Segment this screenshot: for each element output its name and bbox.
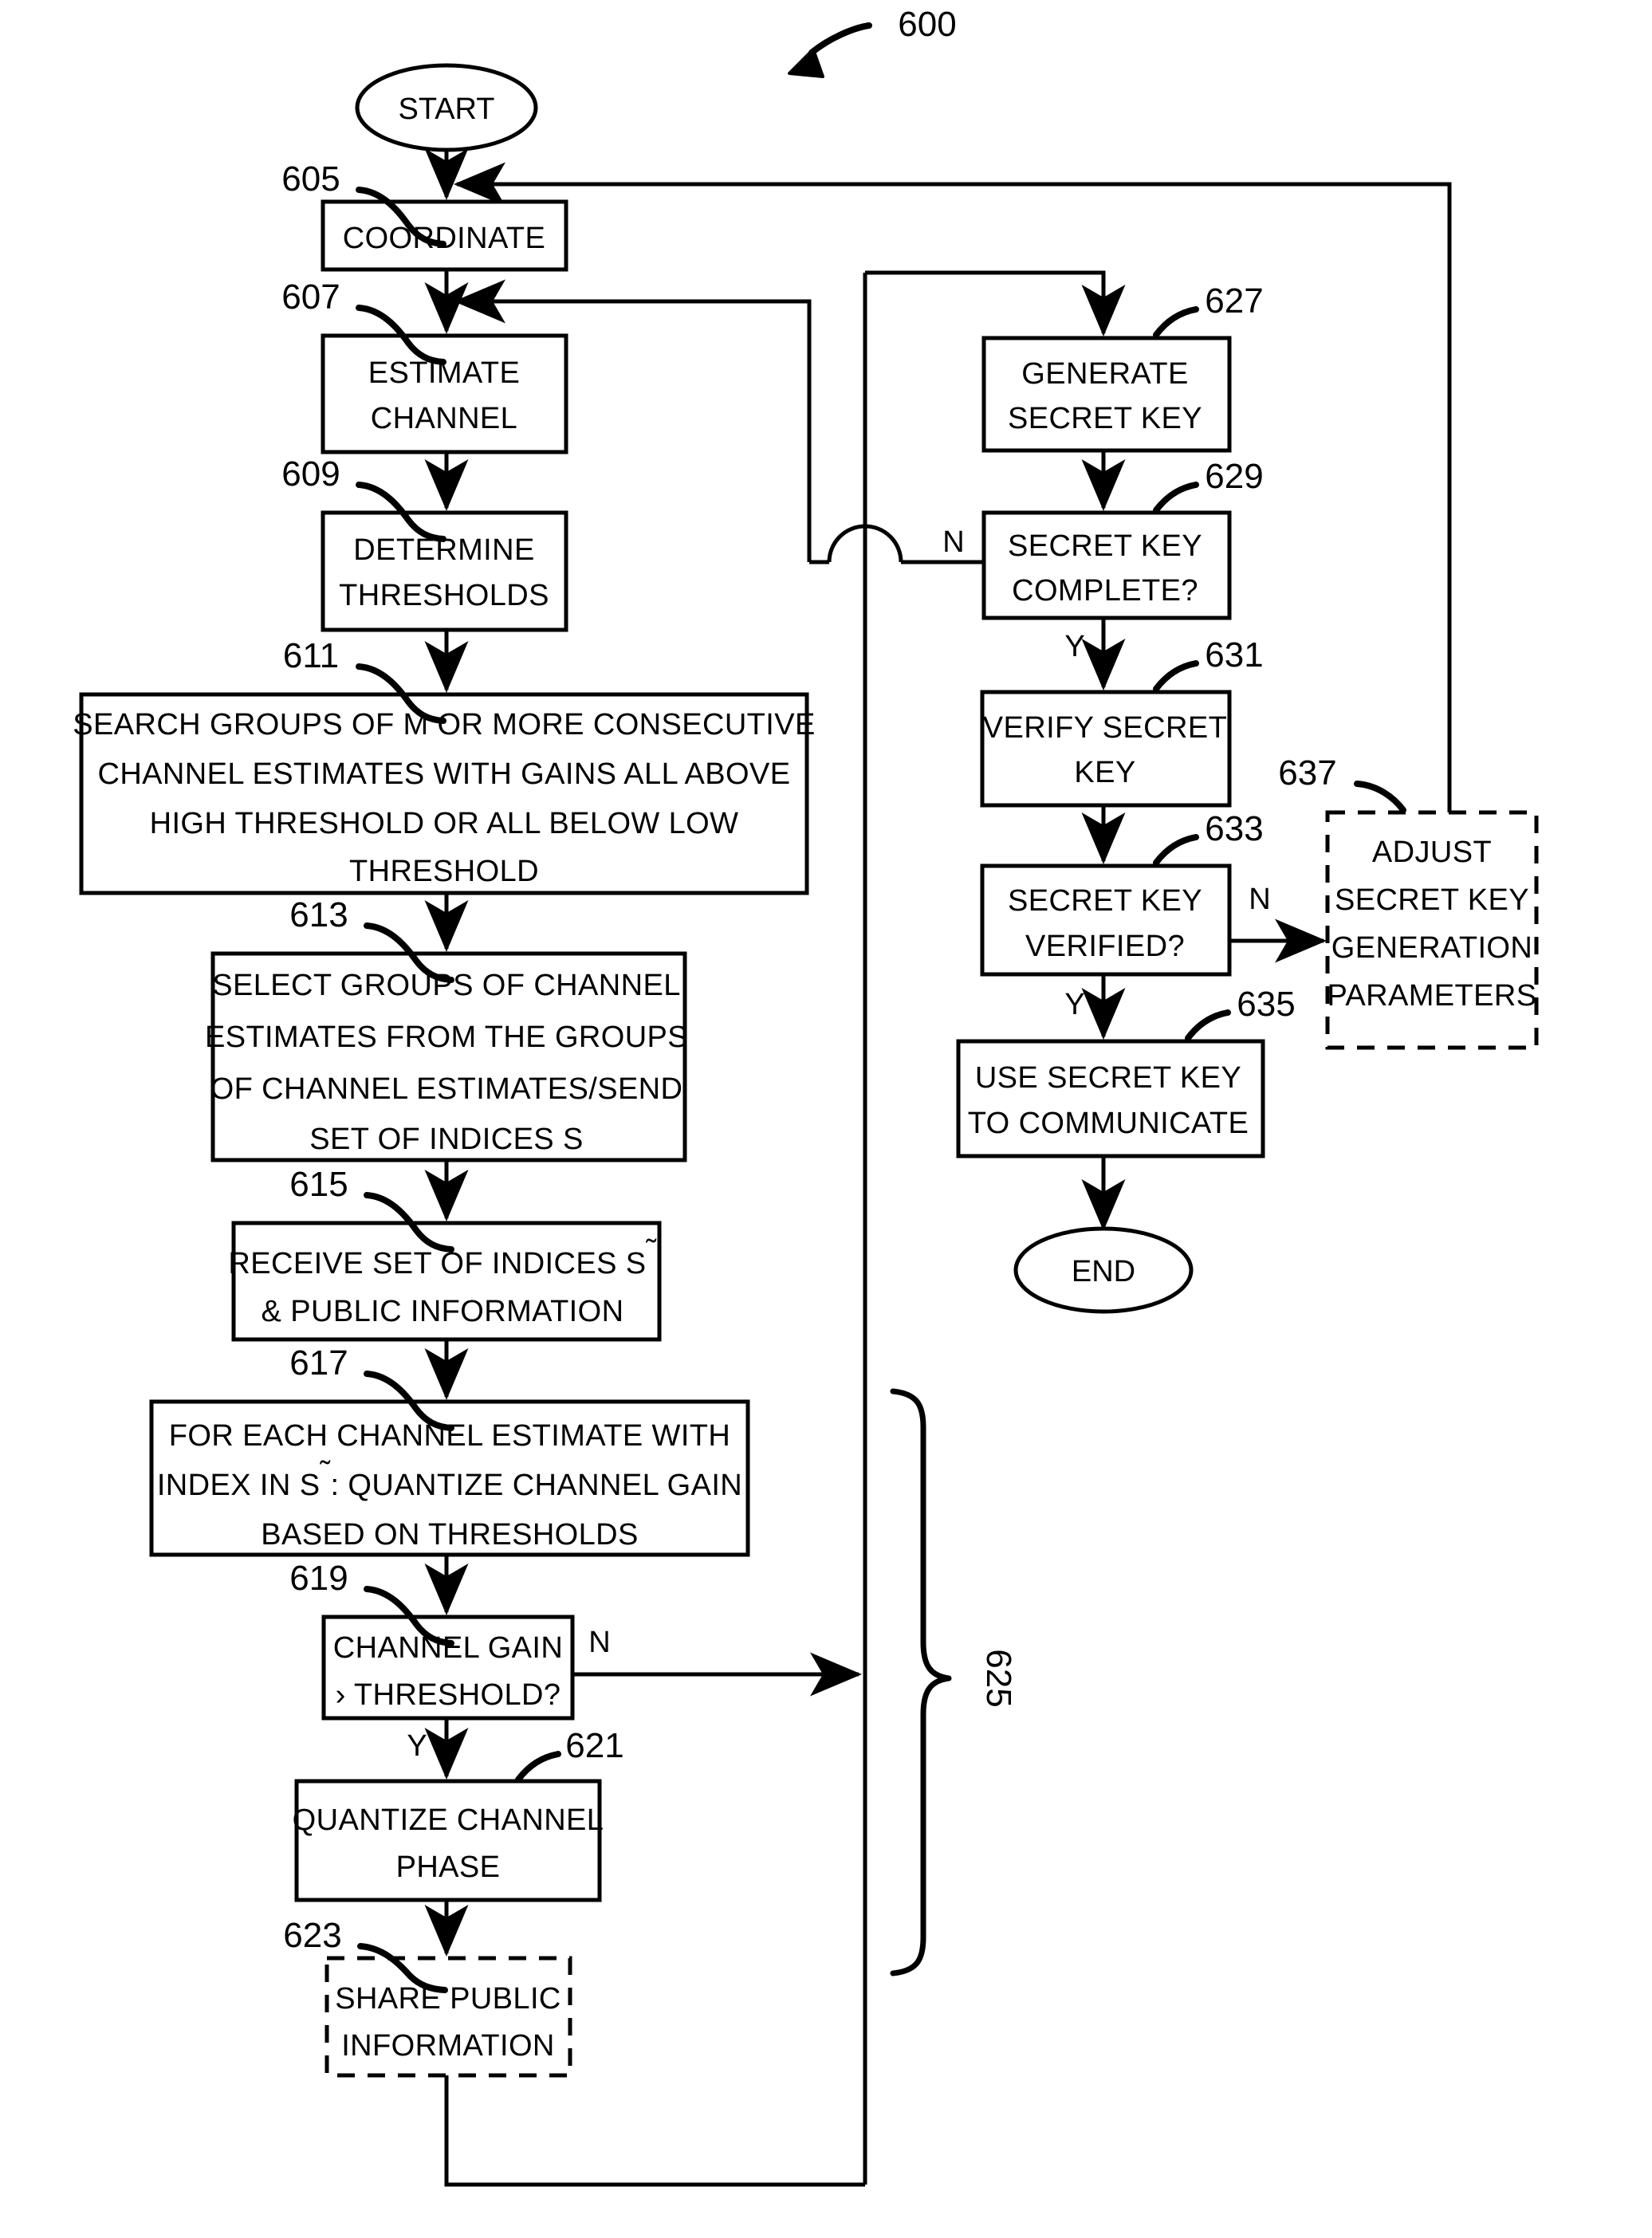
end-label: END bbox=[1072, 1255, 1135, 1288]
node-635-line-1: TO COMMUNICATE bbox=[968, 1107, 1249, 1140]
flowchart-canvas: 600 625 START END COORDINATE 605 ESTIMAT… bbox=[0, 0, 1652, 2238]
ref-label-629: 629 bbox=[1205, 457, 1263, 496]
flowchart-svg: 600 625 START END COORDINATE 605 ESTIMAT… bbox=[73, 5, 1539, 2187]
node-637-line-2: GENERATION bbox=[1331, 931, 1532, 965]
node-633-line-1: VERIFIED? bbox=[1025, 930, 1185, 963]
ref-label-605: 605 bbox=[281, 159, 340, 199]
node-613-line-0: SELECT GROUPS OF CHANNEL bbox=[212, 969, 680, 1002]
terminator-start: START bbox=[355, 63, 538, 152]
node-611-line-0: SEARCH GROUPS OF M OR MORE CONSECUTIVE bbox=[73, 708, 816, 741]
ref-label-613: 613 bbox=[289, 895, 348, 934]
node-621-quantize-phase[interactable]: QUANTIZE CHANNEL PHASE bbox=[293, 1779, 604, 1902]
ref-leader-633 bbox=[1153, 834, 1199, 866]
ref-label-600: 600 bbox=[898, 5, 956, 44]
branch-label-y-629: Y bbox=[1064, 630, 1084, 663]
figure-leader-600 bbox=[788, 22, 872, 78]
node-609-line-1: THRESHOLDS bbox=[339, 579, 549, 612]
node-611-search-groups[interactable]: SEARCH GROUPS OF M OR MORE CONSECUTIVE C… bbox=[73, 692, 816, 895]
node-637-adjust-parameters[interactable]: ADJUST SECRET KEY GENERATION PARAMETERS bbox=[1325, 810, 1539, 1050]
node-637-line-0: ADJUST bbox=[1372, 836, 1492, 869]
node-613-line-1: ESTIMATES FROM THE GROUPS bbox=[205, 1021, 688, 1054]
node-623-share-public-info[interactable]: SHARE PUBLIC INFORMATION bbox=[324, 1956, 572, 2078]
ref-label-633: 633 bbox=[1205, 809, 1263, 848]
node-631-verify-secret-key[interactable]: VERIFY SECRET KEY bbox=[980, 690, 1232, 808]
node-627-line-1: SECRET KEY bbox=[1008, 402, 1202, 435]
start-label: START bbox=[398, 92, 494, 126]
ref-leader-627 bbox=[1153, 306, 1199, 338]
node-615-receive-indices[interactable]: RECEIVE SET OF INDICES S˜ & PUBLIC INFOR… bbox=[228, 1221, 662, 1342]
ref-label-615: 615 bbox=[289, 1165, 348, 1204]
ref-leader-621 bbox=[515, 1751, 561, 1783]
ref-label-631: 631 bbox=[1205, 635, 1263, 675]
node-617-line-0: FOR EACH CHANNEL ESTIMATE WITH bbox=[169, 1419, 730, 1453]
node-607-line-1: CHANNEL bbox=[371, 402, 517, 435]
terminator-end: END bbox=[1013, 1226, 1194, 1314]
node-611-line-1: CHANNEL ESTIMATES WITH GAINS ALL ABOVE bbox=[98, 757, 791, 791]
node-635-line-0: USE SECRET KEY bbox=[975, 1061, 1241, 1095]
node-633-secret-key-verified-decision[interactable]: SECRET KEY VERIFIED? bbox=[980, 863, 1232, 977]
node-619-line-1: › THRESHOLD? bbox=[336, 1678, 561, 1712]
node-619-line-0: CHANNEL GAIN bbox=[333, 1631, 563, 1665]
branch-label-y-633: Y bbox=[1064, 988, 1084, 1021]
ref-label-627: 627 bbox=[1205, 281, 1263, 321]
ref-label-609: 609 bbox=[281, 454, 340, 494]
node-605-line-0: COORDINATE bbox=[343, 222, 546, 255]
node-611-line-2: HIGH THRESHOLD OR ALL BELOW LOW bbox=[150, 807, 739, 840]
node-615-line-1: & PUBLIC INFORMATION bbox=[262, 1295, 624, 1328]
ref-label-617: 617 bbox=[289, 1343, 348, 1383]
node-619-gain-threshold-decision[interactable]: CHANNEL GAIN › THRESHOLD? bbox=[321, 1615, 575, 1721]
node-627-line-0: GENERATE bbox=[1021, 357, 1188, 391]
node-611-line-3: THRESHOLD bbox=[349, 855, 539, 888]
node-637-line-3: PARAMETERS bbox=[1327, 979, 1536, 1013]
node-623-line-0: SHARE PUBLIC bbox=[335, 1982, 561, 2016]
ref-label-611: 611 bbox=[283, 636, 339, 675]
node-629-line-1: COMPLETE? bbox=[1012, 574, 1198, 608]
group-brace-625 bbox=[890, 1388, 952, 1976]
node-631-line-0: VERIFY SECRET bbox=[983, 711, 1227, 745]
ref-label-607: 607 bbox=[281, 277, 340, 317]
node-617-quantize-gain[interactable]: FOR EACH CHANNEL ESTIMATE WITH INDEX IN … bbox=[149, 1399, 750, 1557]
node-621-line-0: QUANTIZE CHANNEL bbox=[293, 1803, 604, 1837]
ref-label-635: 635 bbox=[1237, 985, 1295, 1024]
ref-leader-631 bbox=[1153, 660, 1199, 692]
node-629-secret-key-complete-decision[interactable]: SECRET KEY COMPLETE? bbox=[981, 510, 1232, 620]
node-613-line-3: SET OF INDICES S bbox=[309, 1123, 584, 1156]
ref-label-623: 623 bbox=[283, 1916, 341, 1955]
node-605-coordinate[interactable]: COORDINATE bbox=[321, 199, 568, 272]
node-633-line-0: SECRET KEY bbox=[1008, 884, 1202, 918]
ref-label-619: 619 bbox=[289, 1559, 348, 1598]
node-621-line-1: PHASE bbox=[396, 1851, 501, 1884]
node-623-line-1: INFORMATION bbox=[341, 2029, 555, 2063]
node-609-determine-thresholds[interactable]: DETERMINE THRESHOLDS bbox=[321, 510, 568, 632]
ref-leader-635 bbox=[1185, 1009, 1231, 1041]
node-637-line-1: SECRET KEY bbox=[1335, 883, 1529, 917]
node-607-estimate-channel[interactable]: ESTIMATE CHANNEL bbox=[321, 333, 568, 454]
node-635-use-secret-key[interactable]: USE SECRET KEY TO COMMUNICATE bbox=[956, 1039, 1265, 1158]
ref-leader-637 bbox=[1354, 781, 1406, 813]
node-613-select-groups[interactable]: SELECT GROUPS OF CHANNEL ESTIMATES FROM … bbox=[205, 951, 688, 1162]
ref-label-625: 625 bbox=[979, 1649, 1018, 1707]
branch-label-n-619: N bbox=[588, 1626, 610, 1659]
node-631-line-1: KEY bbox=[1074, 756, 1135, 789]
branch-label-n-629: N bbox=[942, 525, 964, 559]
ref-label-621: 621 bbox=[565, 1726, 623, 1765]
node-617-line-2: BASED ON THRESHOLDS bbox=[261, 1518, 639, 1552]
node-613-line-2: OF CHANNEL ESTIMATES/SEND bbox=[210, 1072, 683, 1106]
ref-label-637: 637 bbox=[1278, 753, 1336, 793]
node-627-generate-secret-key[interactable]: GENERATE SECRET KEY bbox=[981, 336, 1232, 453]
branch-label-n-633: N bbox=[1249, 883, 1270, 916]
branch-label-y-619: Y bbox=[407, 1729, 427, 1763]
ref-leader-629 bbox=[1153, 482, 1199, 513]
node-629-line-0: SECRET KEY bbox=[1008, 529, 1202, 563]
